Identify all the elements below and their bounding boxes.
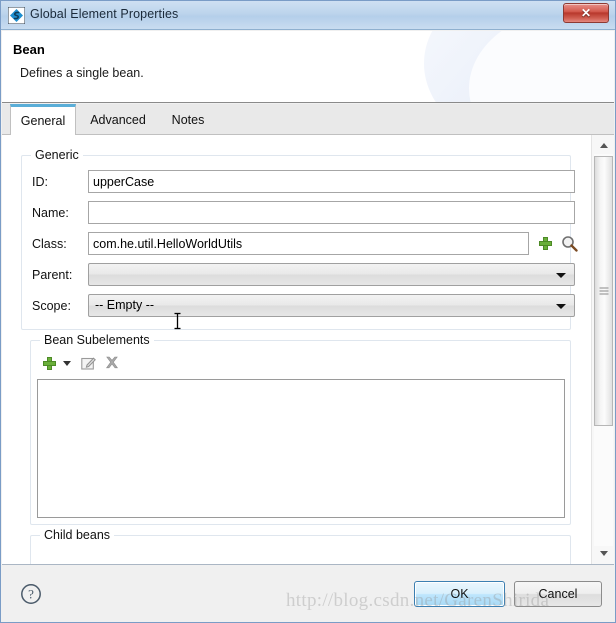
label-id: ID: (32, 175, 48, 189)
name-input[interactable] (88, 201, 575, 224)
group-bean-subelements-label: Bean Subelements (40, 333, 154, 347)
ok-button-label: OK (450, 587, 469, 601)
scrollbar-grip-icon (599, 287, 608, 295)
dialog-header: Bean Defines a single bean. (2, 31, 614, 103)
page-subtitle: Defines a single bean. (20, 66, 144, 80)
tab-general[interactable]: General (10, 104, 76, 136)
group-generic: Generic ID: Name: Class: (21, 148, 578, 330)
label-class: Class: (32, 237, 67, 251)
label-scope: Scope: (32, 299, 71, 313)
delete-icon[interactable] (102, 353, 122, 373)
scroll-up-icon (599, 143, 608, 148)
chevron-down-icon (556, 273, 566, 278)
close-button[interactable]: ✕ (563, 3, 609, 23)
add-icon[interactable] (536, 233, 554, 253)
tab-strip: General Advanced Notes (2, 104, 614, 136)
svg-text:?: ? (28, 587, 34, 602)
window-title: Global Element Properties (30, 7, 179, 21)
bean-subelements-list[interactable] (37, 379, 565, 518)
help-button[interactable]: ? (20, 583, 42, 605)
tab-notes[interactable]: Notes (160, 104, 216, 135)
header-decoration-inner (469, 31, 614, 102)
label-name: Name: (32, 206, 69, 220)
title-bar: Global Element Properties ✕ (1, 1, 615, 30)
tab-advanced[interactable]: Advanced (80, 104, 156, 135)
tab-general-label: General (20, 114, 66, 128)
chevron-down-icon (556, 304, 566, 309)
scroll-down-icon (599, 551, 608, 556)
scroll-down-arrow[interactable] (594, 545, 613, 562)
scroll-up-arrow[interactable] (594, 137, 613, 154)
scroll-viewport: Generic ID: Name: Class: (2, 135, 591, 564)
search-icon[interactable] (559, 233, 579, 253)
id-input[interactable] (88, 170, 575, 193)
cancel-button[interactable]: Cancel (514, 581, 602, 607)
close-icon: ✕ (580, 6, 592, 20)
group-generic-label: Generic (31, 148, 83, 162)
tab-notes-label: Notes (171, 112, 205, 127)
dialog-button-bar: ? OK Cancel (2, 565, 614, 622)
dialog-window: Global Element Properties ✕ Bean Defines… (0, 0, 616, 623)
parent-combobox[interactable] (88, 263, 575, 286)
cancel-button-label: Cancel (538, 587, 578, 601)
spring-bean-icon (7, 6, 26, 25)
class-input[interactable] (88, 232, 529, 255)
group-bean-subelements: Bean Subelements (30, 333, 571, 525)
scope-combobox-value: -- Empty -- (95, 298, 155, 312)
ok-button[interactable]: OK (414, 581, 505, 607)
edit-icon[interactable] (78, 353, 98, 373)
group-child-beans-label: Child beans (40, 528, 115, 542)
tab-advanced-label: Advanced (90, 112, 146, 127)
scope-combobox[interactable]: -- Empty -- (88, 294, 575, 317)
vertical-scrollbar[interactable] (591, 135, 614, 564)
scrollbar-track[interactable] (594, 154, 613, 546)
subelement-add-icon[interactable] (40, 353, 58, 373)
page-title: Bean (13, 42, 45, 57)
tab-content-general: Generic ID: Name: Class: (2, 135, 614, 565)
chevron-down-icon[interactable] (60, 353, 74, 373)
scrollbar-thumb[interactable] (594, 156, 613, 426)
group-child-beans: Child beans (30, 528, 571, 564)
label-parent: Parent: (32, 268, 73, 282)
